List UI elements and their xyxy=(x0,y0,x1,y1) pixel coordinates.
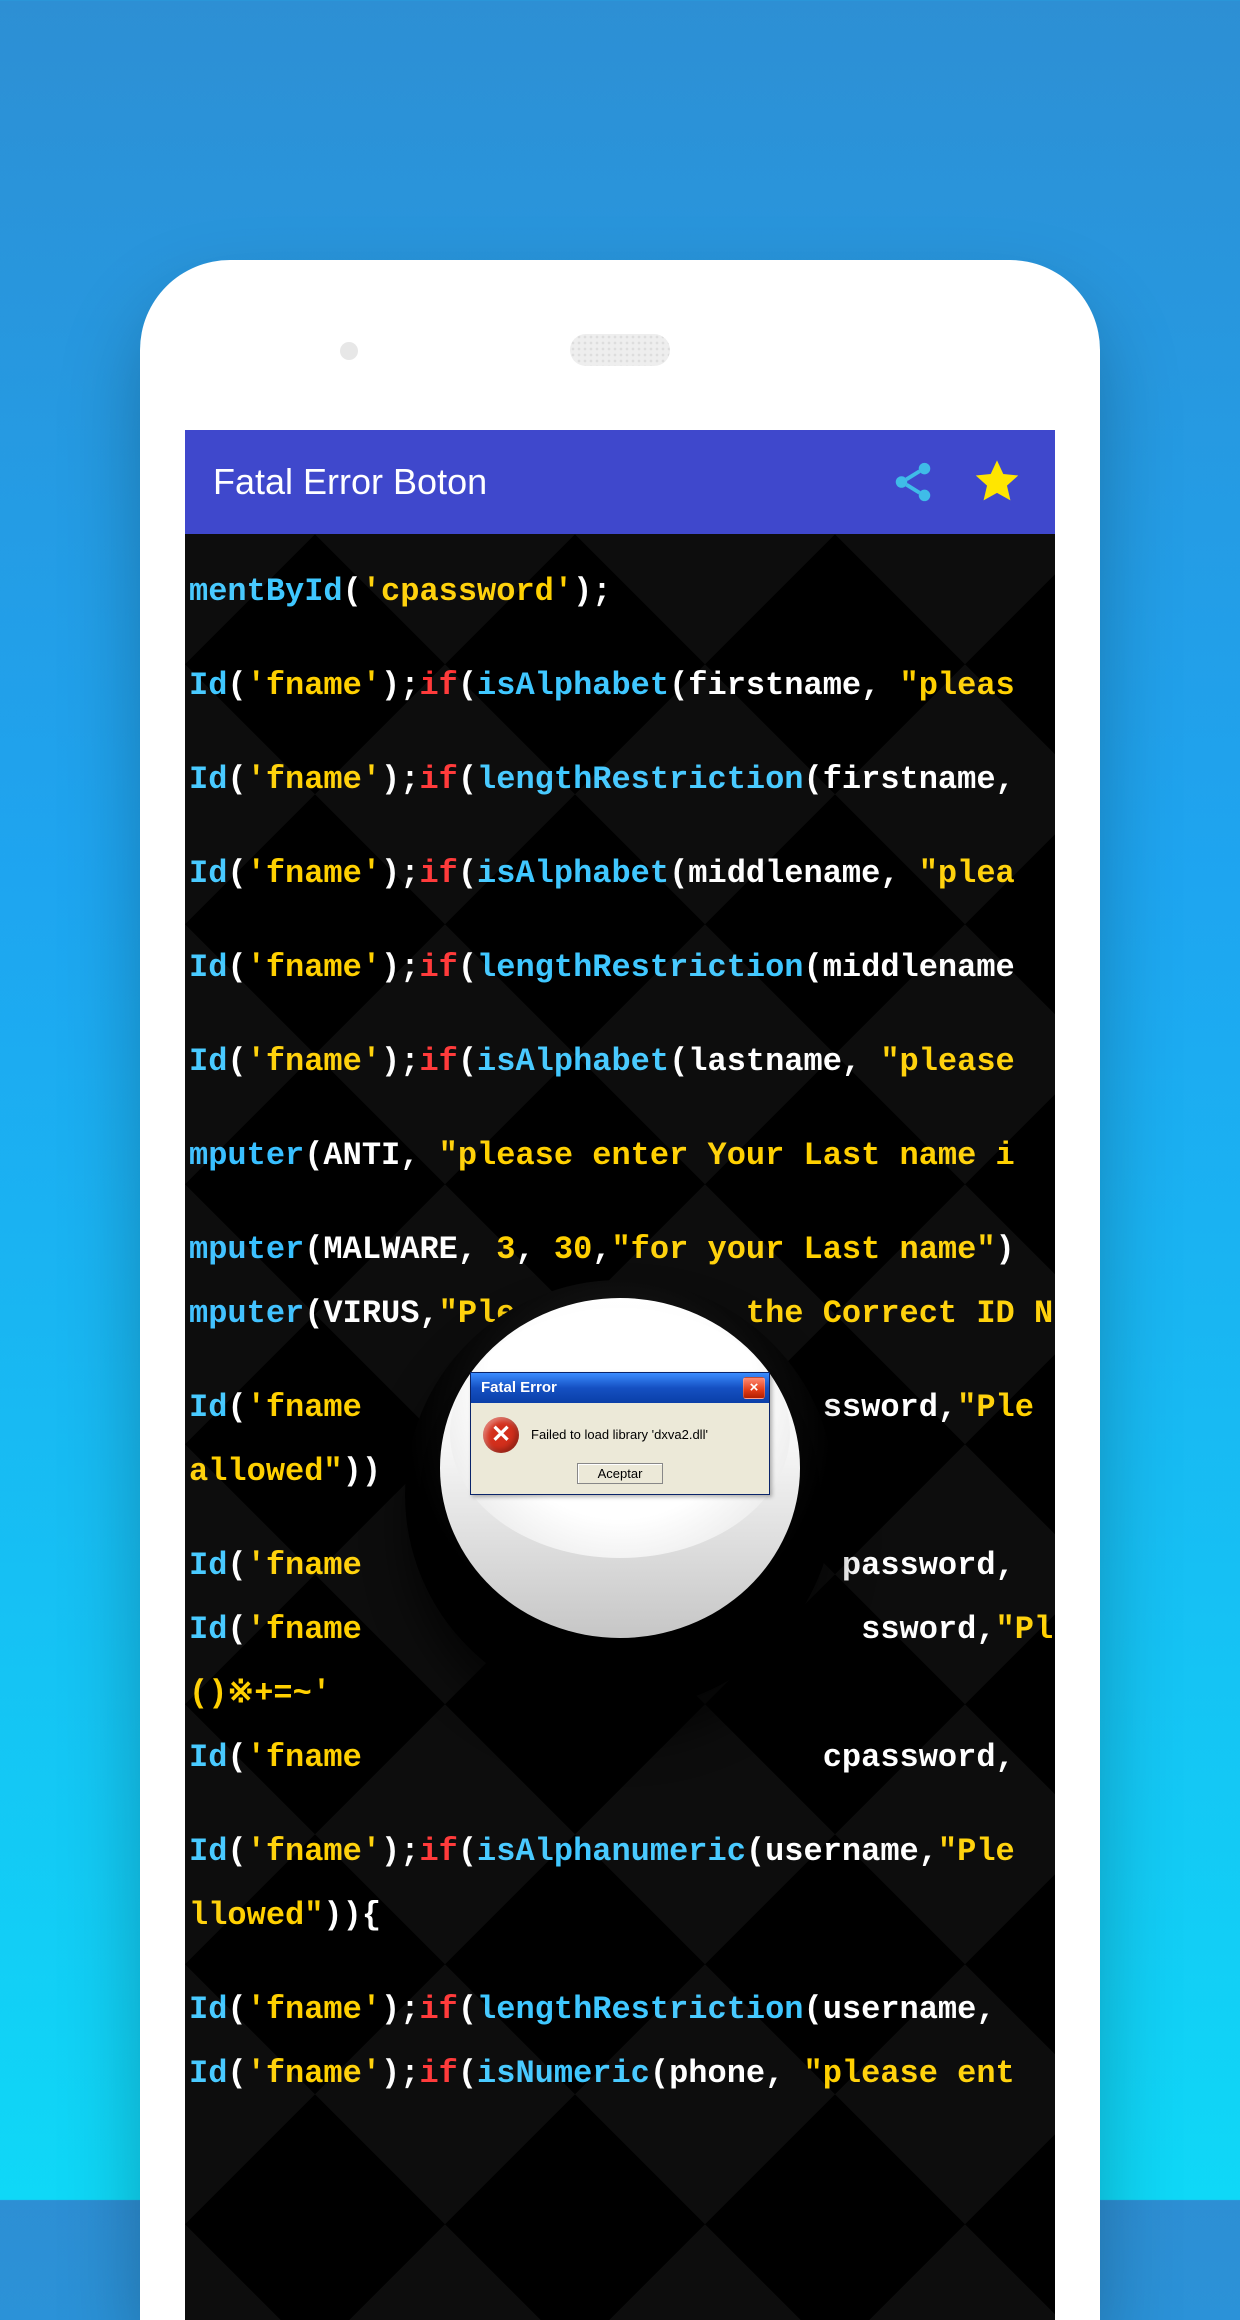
app-title: Fatal Error Boton xyxy=(213,461,859,503)
phone-sensor xyxy=(340,342,358,360)
app-screen: Fatal Error Boton mentById('cpassword');… xyxy=(185,430,1055,2320)
dialog-title: Fatal Error xyxy=(481,1379,743,1396)
share-icon xyxy=(890,459,936,505)
dialog-body: ✕ Failed to load library 'dxva2.dll' xyxy=(471,1403,769,1463)
favorite-button[interactable] xyxy=(967,452,1027,512)
button-face: Fatal Error × ✕ Failed to load library '… xyxy=(450,1308,790,1558)
button-cap: Fatal Error × ✕ Failed to load library '… xyxy=(440,1298,800,1638)
favorite-star-icon xyxy=(971,456,1023,508)
dialog-button-row: Aceptar xyxy=(471,1463,769,1494)
dialog-message: Failed to load library 'dxva2.dll' xyxy=(531,1427,708,1442)
phone-speaker xyxy=(570,334,670,366)
fatal-error-push-button[interactable]: Fatal Error × ✕ Failed to load library '… xyxy=(405,1280,835,1710)
dialog-close-button[interactable]: × xyxy=(743,1377,765,1399)
dialog-titlebar: Fatal Error × xyxy=(471,1373,769,1403)
share-button[interactable] xyxy=(883,452,943,512)
accept-button[interactable]: Aceptar xyxy=(577,1463,664,1484)
phone-frame: Fatal Error Boton mentById('cpassword');… xyxy=(140,260,1100,2320)
error-circle-icon: ✕ xyxy=(483,1417,519,1453)
app-titlebar: Fatal Error Boton xyxy=(185,430,1055,534)
fatal-error-dialog: Fatal Error × ✕ Failed to load library '… xyxy=(470,1372,770,1495)
close-icon: × xyxy=(750,1380,759,1395)
